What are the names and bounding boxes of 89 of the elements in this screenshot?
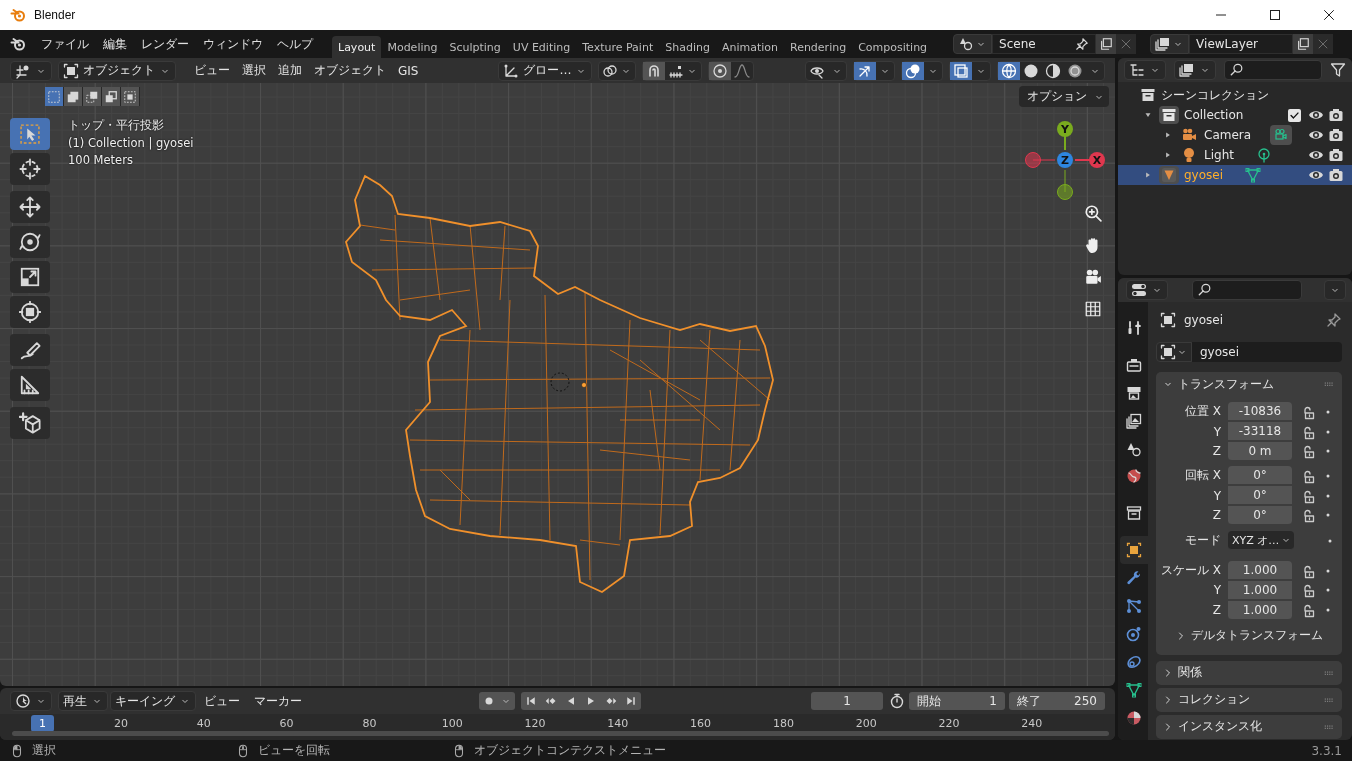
outliner-row[interactable]: Light: [1118, 145, 1352, 165]
frame-number: 140: [607, 717, 629, 730]
frame-number: 80: [362, 717, 377, 730]
viewport-info-text: (1) Collection | gyosei: [68, 136, 194, 150]
viewport-info-text: トップ・平行投影: [68, 118, 165, 133]
field-label: Z: [1211, 603, 1222, 618]
field-label: Y: [1212, 583, 1222, 598]
number-field[interactable]: 1.000: [1228, 600, 1292, 620]
workspace-tab[interactable]: Shading: [659, 36, 716, 58]
number-field[interactable]: 0°: [1228, 486, 1292, 506]
frame-number: 100: [441, 717, 463, 730]
frame-number: 220: [938, 717, 960, 730]
number-field[interactable]: 0 m: [1228, 441, 1292, 461]
number-field[interactable]: 0°: [1228, 466, 1292, 486]
mode-dropdown[interactable]: オブジェクト: [58, 60, 176, 81]
frame-number: 60: [279, 717, 294, 730]
frame-number: 180: [772, 717, 794, 730]
menu-item[interactable]: GIS: [392, 62, 425, 79]
scene-field[interactable]: Scene: [992, 34, 1097, 54]
menu-item[interactable]: ビュー: [198, 692, 246, 710]
frame-number: 160: [690, 717, 712, 730]
workspace-tab[interactable]: Texture Paint: [576, 36, 660, 58]
field-label: Z: [1211, 444, 1222, 459]
number-field[interactable]: -10836: [1228, 402, 1292, 422]
version-label: 3.3.1: [1311, 743, 1342, 758]
menu-item[interactable]: オブジェクト: [308, 62, 392, 79]
menu-item[interactable]: ファイル: [34, 33, 96, 55]
orientation-dropdown[interactable]: グロー…: [498, 60, 593, 81]
number-field[interactable]: 0°: [1228, 505, 1292, 525]
number-field[interactable]: -33118: [1228, 422, 1292, 442]
workspace-tab[interactable]: UV Editing: [506, 36, 577, 58]
viewport-info-text: 100 Meters: [68, 153, 134, 167]
field-label: Z: [1211, 508, 1222, 523]
panel-header[interactable]: インスタンス化: [1156, 714, 1342, 739]
subpanel-header[interactable]: デルタトランスフォーム: [1156, 624, 1342, 647]
workspace-tab[interactable]: Layout: [332, 36, 382, 58]
outliner-item-label: Light: [1204, 148, 1234, 162]
workspace-tab[interactable]: Rendering: [784, 36, 853, 58]
options-dropdown[interactable]: オプション: [1019, 86, 1109, 107]
outliner-row[interactable]: Camera: [1118, 125, 1352, 145]
workspace-tab[interactable]: Compositing: [852, 36, 934, 58]
field-label: Y: [1212, 424, 1222, 439]
menu-dropdown[interactable]: キーイング: [110, 691, 196, 711]
menu-item[interactable]: 編集: [96, 33, 134, 55]
field-label: 位置 X: [1183, 403, 1222, 421]
menu-item[interactable]: マーカー: [248, 692, 308, 710]
menu-dropdown[interactable]: 再生: [58, 691, 108, 711]
outliner-item-label: gyosei: [1184, 168, 1224, 182]
status-hint: 選択: [32, 742, 56, 759]
workspace-tab[interactable]: Animation: [715, 36, 784, 58]
panel-header[interactable]: トランスフォーム: [1156, 372, 1342, 396]
outliner-item-label: Collection: [1184, 108, 1244, 122]
outliner-item-label: Camera: [1204, 128, 1252, 142]
end-frame-field[interactable]: 終了 250: [1009, 692, 1105, 710]
outliner-row[interactable]: Collection: [1118, 105, 1352, 125]
rotation-mode-dropdown[interactable]: XYZ オ…: [1228, 531, 1295, 551]
current-frame-field[interactable]: 1: [811, 692, 883, 710]
panel-header[interactable]: 関係: [1156, 660, 1342, 685]
menu-item[interactable]: 追加: [272, 62, 308, 79]
field-label: 回転 X: [1183, 467, 1222, 485]
status-hint: ビューを回転: [258, 742, 330, 759]
object-name: gyosei: [1184, 313, 1225, 327]
axis-handle[interactable]: Z: [1057, 152, 1073, 168]
number-field[interactable]: 1.000: [1228, 580, 1292, 600]
menu-item[interactable]: レンダー: [134, 33, 196, 55]
frame-number: 40: [196, 717, 211, 730]
frame-number: 240: [1021, 717, 1043, 730]
frame-number: 200: [855, 717, 877, 730]
workspace-tab[interactable]: Sculpting: [443, 36, 507, 58]
view-layer-field[interactable]: ViewLayer: [1189, 34, 1294, 54]
frame-number: 120: [524, 717, 546, 730]
window-title: Blender: [34, 8, 77, 22]
workspace-tab[interactable]: Modeling: [381, 36, 444, 58]
menu-item[interactable]: ヘルプ: [270, 33, 320, 55]
outliner-row[interactable]: gyosei: [1118, 165, 1352, 185]
status-hint: オブジェクトコンテクストメニュー: [474, 742, 666, 759]
menu-item[interactable]: ウィンドウ: [196, 33, 270, 55]
viewport[interactable]: オブジェクト ビュー 選択 追加 オブジェクト GIS グロー… オプション トップ・平行投影 (1) Collection | gyosei 100 Meters Y Z X: [0, 58, 1115, 686]
start-frame-field[interactable]: 開始 1: [909, 692, 1005, 710]
outliner-root-label: シーンコレクション: [1161, 86, 1269, 104]
field-label: モード: [1184, 532, 1222, 550]
field-label: Y: [1212, 488, 1222, 503]
menu-item[interactable]: ビュー: [188, 62, 236, 79]
panel-header[interactable]: コレクション: [1156, 687, 1342, 712]
field-label: スケール X: [1159, 562, 1222, 580]
frame-number: 20: [114, 717, 128, 730]
object-name-field[interactable]: gyosei: [1192, 342, 1342, 362]
menu-item[interactable]: 選択: [236, 62, 272, 79]
number-field[interactable]: 1.000: [1228, 561, 1292, 581]
